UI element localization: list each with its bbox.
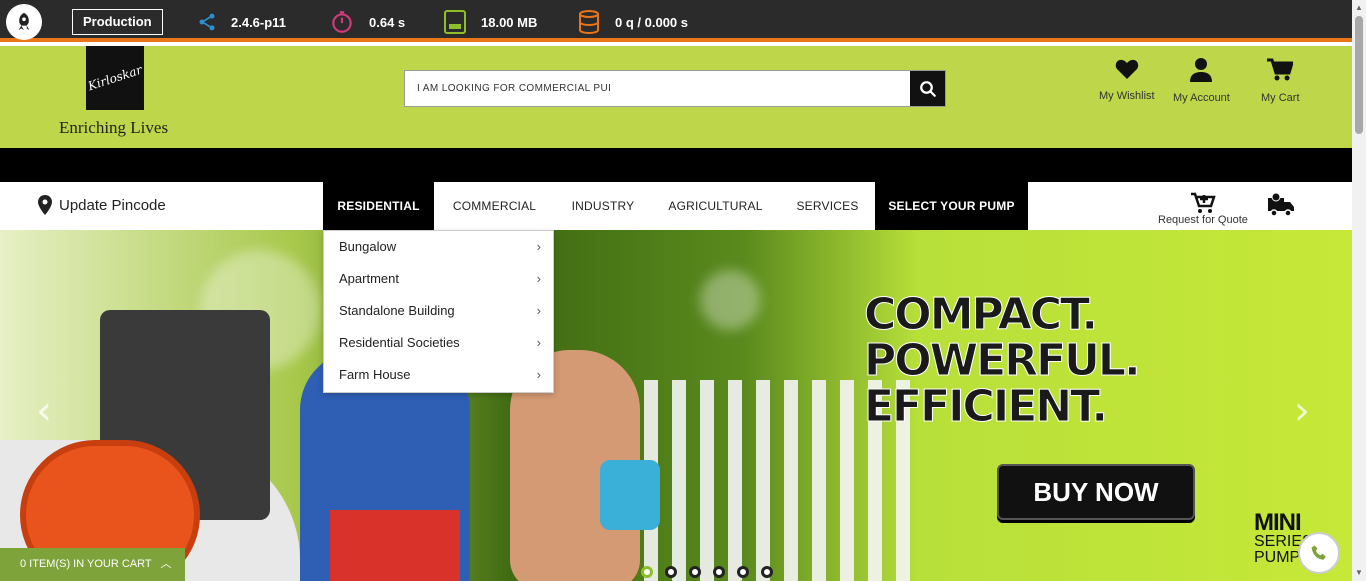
prev-slide-arrow[interactable]: ‹ <box>36 388 52 434</box>
nav-item-commercial[interactable]: COMMERCIAL <box>434 182 555 230</box>
time-text: 0.64 s <box>369 14 406 30</box>
slide-dot[interactable] <box>665 566 677 578</box>
nav-item-industry[interactable]: INDUSTRY <box>555 182 651 230</box>
wishlist-link[interactable]: My Wishlist <box>1099 58 1155 102</box>
logo[interactable]: Kirloskar <box>86 46 144 110</box>
mini-cart-label: 0 ITEM(S) IN YOUR CART <box>20 558 152 570</box>
residential-dropdown: Bungalow › Apartment › Standalone Building… <box>323 230 554 393</box>
call-button[interactable] <box>1298 532 1340 574</box>
memory-icon <box>444 10 466 34</box>
nav-item-residential[interactable]: RESIDENTIAL <box>323 182 434 230</box>
scroll-thumb[interactable] <box>1355 16 1363 134</box>
cart-link[interactable]: My Cart <box>1261 58 1300 104</box>
location-pin-icon <box>38 195 52 215</box>
account-label: My Account <box>1173 92 1230 104</box>
quote-cart-icon <box>1190 192 1216 213</box>
stopwatch-icon <box>332 11 352 33</box>
dropdown-item-standalone-building[interactable]: Standalone Building › <box>324 295 553 327</box>
version-item[interactable]: 2.4.6-p11 <box>197 9 286 35</box>
memory-item[interactable]: 18.00 MB <box>443 9 537 35</box>
wishlist-label: My Wishlist <box>1099 90 1155 102</box>
search-bar <box>404 70 946 107</box>
version-text: 2.4.6-p11 <box>231 14 286 30</box>
chevron-right-icon: › <box>536 271 541 286</box>
debug-toolbar: Production 2.4.6-p11 0.64 s 18.00 MB 0 q… <box>0 0 1352 42</box>
nav-item-select-pump[interactable]: SELECT YOUR PUMP <box>875 182 1028 230</box>
heart-icon <box>1115 59 1138 79</box>
slide-dots <box>641 566 773 578</box>
tagline: Enriching Lives <box>59 118 169 137</box>
pincode-label: Update Pincode <box>59 196 166 214</box>
scroll-up-arrow[interactable]: ▲ <box>1355 3 1363 12</box>
search-input[interactable] <box>405 71 911 106</box>
chevron-right-icon: › <box>536 335 541 350</box>
slide-dot[interactable] <box>761 566 773 578</box>
promo-band <box>0 148 1352 182</box>
dropdown-item-residential-societies[interactable]: Residential Societies › <box>324 327 553 359</box>
account-link[interactable]: My Account <box>1173 58 1230 104</box>
delivery-truck-icon[interactable] <box>1267 192 1295 223</box>
slide-dot[interactable] <box>689 566 701 578</box>
headline-line: POWERFUL. <box>864 335 1142 386</box>
queries-text: 0 q / 0.000 s <box>615 14 688 30</box>
dropdown-item-farm-house[interactable]: Farm House › <box>324 359 553 391</box>
request-quote-link[interactable]: Request for Quote <box>1158 192 1248 226</box>
dropdown-item-label: Farm House <box>339 367 411 382</box>
page-scrollbar[interactable]: ▲ ▼ <box>1352 0 1366 581</box>
dropdown-item-apartment[interactable]: Apartment › <box>324 263 553 295</box>
badge-main: MINI <box>1254 509 1302 536</box>
user-icon <box>1190 58 1213 82</box>
logo-text: Kirloskar <box>86 62 144 94</box>
headline-line: EFFICIENT. <box>864 381 1109 432</box>
memory-text: 18.00 MB <box>481 14 538 30</box>
chevron-right-icon: › <box>536 367 541 382</box>
nav-item-agricultural[interactable]: AGRICULTURAL <box>651 182 780 230</box>
database-icon <box>579 10 599 35</box>
water-gun-toy <box>600 460 660 530</box>
slide-dot[interactable] <box>737 566 749 578</box>
slide-dot[interactable] <box>641 566 653 578</box>
dropdown-item-label: Apartment <box>339 271 399 286</box>
pincode-button[interactable]: Update Pincode <box>38 195 166 215</box>
chevron-right-icon: › <box>536 303 541 318</box>
hero-banner[interactable]: COMPACT. POWERFUL. EFFICIENT. BUY NOW MI… <box>0 230 1352 581</box>
next-slide-arrow[interactable]: › <box>1294 388 1310 434</box>
search-button[interactable] <box>910 71 945 106</box>
share-icon <box>199 13 215 31</box>
bokeh-light <box>700 270 760 330</box>
dropdown-item-label: Bungalow <box>339 239 397 254</box>
dropdown-item-label: Standalone Building <box>339 303 455 318</box>
request-quote-label: Request for Quote <box>1158 214 1248 226</box>
buy-now-button[interactable]: BUY NOW <box>997 464 1195 520</box>
dropdown-item-label: Residential Societies <box>339 335 460 350</box>
environment-badge[interactable]: Production <box>72 9 163 35</box>
site-header: Kirloskar Enriching Lives My Wishlist My… <box>0 46 1352 148</box>
slide-dot[interactable] <box>713 566 725 578</box>
chevron-up-icon: ︿ <box>160 558 172 570</box>
mini-cart-tab[interactable]: 0 ITEM(S) IN YOUR CART ︿ <box>0 548 185 581</box>
headline-line: COMPACT. <box>864 289 1099 340</box>
search-icon <box>919 80 936 97</box>
phone-icon <box>1311 545 1326 560</box>
dropdown-item-bungalow[interactable]: Bungalow › <box>324 231 553 263</box>
scroll-down-arrow[interactable]: ▼ <box>1355 568 1363 577</box>
cart-icon <box>1267 58 1294 81</box>
rocket-icon[interactable] <box>6 4 42 40</box>
page: Production 2.4.6-p11 0.64 s 18.00 MB 0 q… <box>0 0 1366 581</box>
chevron-right-icon: › <box>536 239 541 254</box>
queries-item[interactable]: 0 q / 0.000 s <box>577 9 688 35</box>
cart-label: My Cart <box>1261 92 1300 104</box>
nav-item-services[interactable]: SERVICES <box>780 182 875 230</box>
hero-headline: COMPACT. POWERFUL. EFFICIENT. <box>864 289 1142 432</box>
adult-shorts <box>330 510 460 581</box>
main-nav: Update Pincode RESIDENTIAL COMMERCIAL IN… <box>0 182 1352 230</box>
time-item[interactable]: 0.64 s <box>329 9 405 35</box>
